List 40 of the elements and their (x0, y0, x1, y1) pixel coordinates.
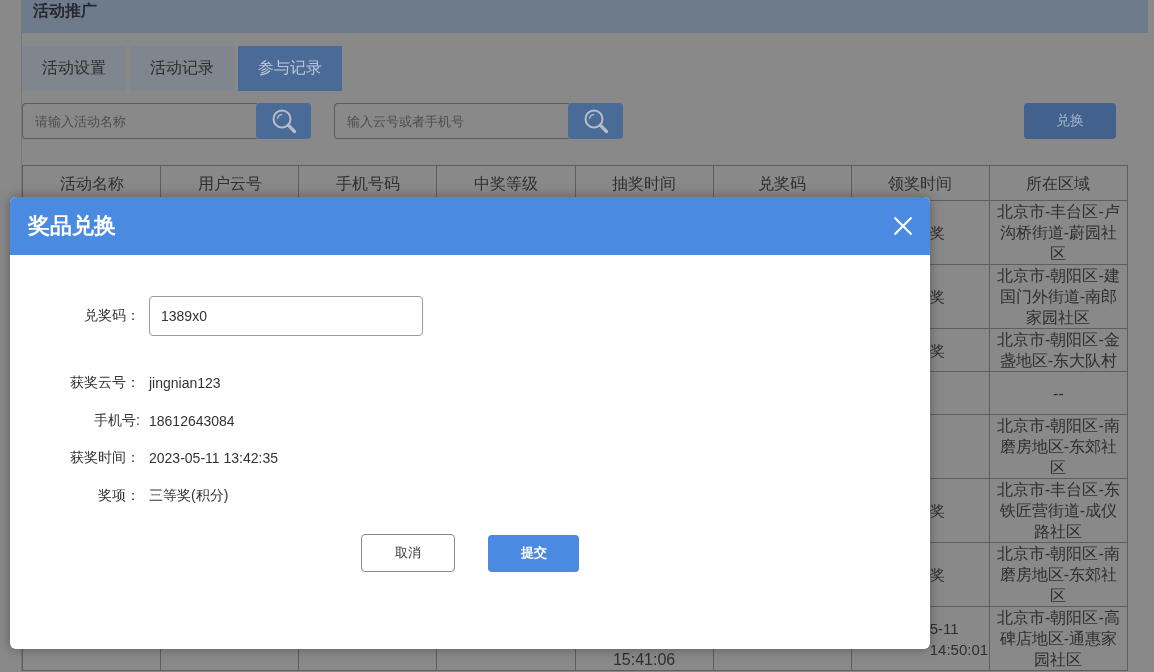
table-cell: 北京市-朝阳区-金盏地区-东大队村 (989, 328, 1128, 372)
field-value: 三等奖(积分) (149, 486, 229, 505)
cell-text: 15:41:06 (612, 651, 676, 669)
search-button[interactable] (568, 103, 623, 139)
field-label: 获奖云号： (70, 374, 140, 392)
field-label: 手机号: (94, 411, 140, 430)
cancel-button[interactable]: 取消 (361, 534, 455, 572)
exchange-button[interactable]: 兑换 (1024, 103, 1116, 139)
cell-text: 奖 (929, 223, 945, 243)
cell-text: 奖 (929, 565, 945, 585)
table-cell: 北京市-朝阳区-南磨房地区-东郊社区 (989, 542, 1128, 607)
search-icon (582, 108, 609, 134)
close-button[interactable] (893, 216, 913, 236)
search-icon (270, 108, 297, 134)
tab[interactable]: 活动记录 (130, 46, 234, 91)
cell-text: 奖 (929, 340, 945, 361)
tab[interactable]: 参与记录 (238, 46, 342, 91)
field-value: 18612643084 (149, 412, 235, 429)
dialog-title: 奖品兑换 (28, 212, 116, 240)
field-value: jingnian123 (149, 375, 221, 391)
table-cell: -- (989, 371, 1128, 415)
cell-text: 奖 (929, 501, 945, 521)
cell-text: 奖 (929, 287, 945, 307)
tab[interactable]: 活动设置 (22, 46, 126, 91)
submit-button[interactable]: 提交 (488, 534, 579, 572)
redeem-code-field[interactable]: 1389x0 (149, 296, 423, 336)
close-icon (893, 216, 913, 236)
table-cell: 北京市-丰台区-卢沟桥街道-蔚园社区 (989, 200, 1128, 265)
table-cell: 北京市-朝阳区-建国门外街道-南郎家园社区 (989, 264, 1128, 329)
cell-text: 5-11 14:50:01 (929, 618, 989, 660)
search-button[interactable] (256, 103, 311, 139)
table-cell: 北京市-朝阳区-南磨房地区-东郊社区 (989, 414, 1128, 479)
field-label: 获奖时间： (70, 449, 140, 467)
field-label: 兑奖码： (84, 307, 140, 325)
field-label: 奖项： (98, 486, 140, 505)
table-cell: 北京市-丰台区-东铁匠营街道-成仪路社区 (989, 478, 1128, 543)
field-value: 2023-05-11 13:42:35 (149, 450, 278, 466)
column-header: 所在区域 (989, 165, 1128, 201)
page-title: 活动推广 (33, 1, 97, 21)
table-cell: 北京市-朝阳区-高碑店地区-通惠家园社区 (989, 606, 1128, 671)
